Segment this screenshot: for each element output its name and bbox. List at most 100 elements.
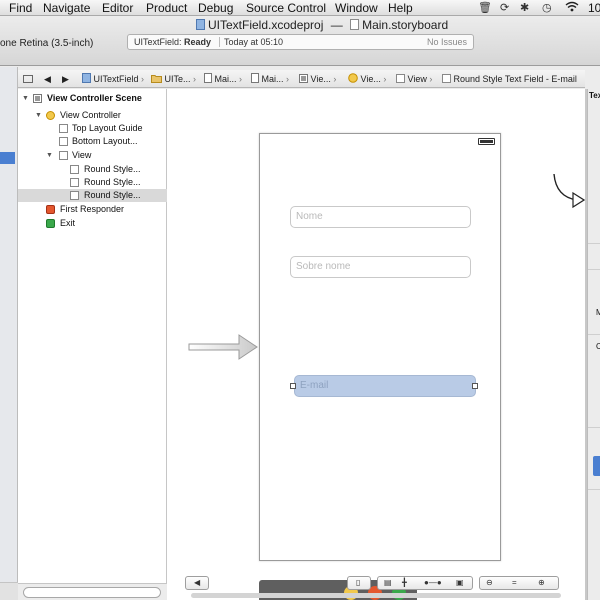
disclosure-open-icon[interactable]: ▼ <box>35 109 42 122</box>
breadcrumb-scene-label: Vie... <box>310 74 331 84</box>
email-text-field[interactable]: E-mail <box>294 375 476 397</box>
activity-issues[interactable]: No Issues <box>427 35 467 49</box>
outline-text-field-sobre-nome-label: Round Style... <box>84 177 141 187</box>
outline-filter-bar <box>18 583 167 600</box>
menu-editor[interactable]: Editor <box>102 0 133 16</box>
navigator-filter-bar[interactable] <box>0 582 18 600</box>
outline-view[interactable]: ▼ View <box>18 149 167 162</box>
storyboard-title: Main.storyboard <box>362 18 449 32</box>
outline-first-responder[interactable]: First Responder <box>18 203 167 216</box>
text-field-icon <box>70 178 79 187</box>
inspector-title: Tex <box>589 91 600 100</box>
navigator-selected-item[interactable] <box>0 152 15 164</box>
breadcrumb-scene[interactable]: Vie... › <box>299 70 336 88</box>
outline-first-responder-label: First Responder <box>60 204 125 214</box>
inspector-divider <box>588 243 600 244</box>
window-toolbar: UITextField.xcodeproj — Main.storyboard … <box>0 16 600 66</box>
scheme-destination-popup[interactable]: one Retina (3.5-inch) <box>0 38 93 49</box>
outline-filter-input[interactable] <box>23 587 161 598</box>
sync-icon[interactable]: ⟳ <box>500 1 509 15</box>
time-machine-icon[interactable]: ◷ <box>542 1 552 15</box>
initial-view-controller-arrow-icon[interactable] <box>187 332 259 362</box>
storyboard-canvas[interactable]: Nome Sobre nome E-mail ◀ ▯ ▤ ╋ ●—● ▣ ⊖ =… <box>167 89 585 600</box>
outline-text-field-nome-label: Round Style... <box>84 164 141 174</box>
outline-text-field-nome[interactable]: Round Style... <box>18 163 167 176</box>
forward-icon[interactable]: ▶ <box>62 70 69 88</box>
curved-arrow-icon <box>553 173 585 209</box>
bluetooth-icon[interactable]: ✱ <box>520 1 529 15</box>
back-icon[interactable]: ◀ <box>44 70 51 88</box>
text-field-icon <box>70 165 79 174</box>
menu-product[interactable]: Product <box>146 0 187 16</box>
nome-text-field[interactable]: Nome <box>290 206 471 228</box>
menu-navigate[interactable]: Navigate <box>43 0 90 16</box>
canvas-horizontal-scrollbar[interactable] <box>191 593 561 598</box>
breadcrumb-view-controller[interactable]: Vie... › <box>348 70 386 88</box>
align-icon[interactable]: ▤ <box>384 577 392 589</box>
view-controller-icon <box>46 111 55 120</box>
outline-top-layout-guide-label: Top Layout Guide <box>72 123 143 133</box>
title-separator: — <box>330 18 343 32</box>
view-icon <box>59 151 68 160</box>
wifi-icon[interactable] <box>565 1 579 16</box>
trash-icon[interactable]: 🗑 <box>478 1 492 15</box>
outline-exit-label: Exit <box>60 218 76 228</box>
project-file-icon <box>196 19 205 30</box>
breadcrumb-project[interactable]: UITextField › <box>82 70 144 88</box>
menu-window[interactable]: Window <box>335 0 378 16</box>
outline-scene-label: View Controller Scene <box>47 93 142 103</box>
breadcrumb-view-label: View <box>407 74 427 84</box>
outline-scene[interactable]: ▼ View Controller Scene <box>18 92 167 105</box>
zoom-fit-icon[interactable]: = <box>512 577 517 589</box>
breadcrumb-storyboard-base-label: Mai... <box>261 74 284 84</box>
breadcrumb-text-field[interactable]: Round Style Text Field - E-mail <box>442 70 577 88</box>
pin-icon[interactable]: ╋ <box>402 577 407 589</box>
breadcrumb-group[interactable]: UITe... › <box>151 70 196 88</box>
text-field-icon <box>70 191 79 200</box>
menu-help[interactable]: Help <box>388 0 413 16</box>
resize-handle-right[interactable] <box>472 383 478 389</box>
activity-time: Today at 05:10 <box>224 37 284 47</box>
outline-bottom-layout-guide[interactable]: Bottom Layout... <box>18 135 167 148</box>
storyboard-file-icon <box>350 19 360 30</box>
phone-form-icon: ▯ <box>356 578 361 587</box>
outline-text-field-email[interactable]: Round Style... <box>18 189 167 202</box>
library-selected-tab[interactable] <box>593 456 600 476</box>
resizing-icon[interactable]: ▣ <box>456 577 464 589</box>
breadcrumb-view[interactable]: View › <box>396 70 432 88</box>
first-responder-icon <box>46 205 55 214</box>
breadcrumb-view-controller-label: Vie... <box>360 74 381 84</box>
disclosure-open-icon[interactable]: ▼ <box>46 149 53 162</box>
inspector-label-c: C <box>596 342 600 351</box>
size-class-button[interactable]: ▯ <box>347 576 371 590</box>
disclosure-open-icon[interactable]: ▼ <box>22 92 29 105</box>
menu-clock[interactable]: 10 <box>588 0 600 16</box>
menu-find[interactable]: Find <box>9 0 32 16</box>
related-items-icon[interactable] <box>23 75 33 83</box>
menu-source-control[interactable]: Source Control <box>246 0 326 16</box>
inspector-divider <box>588 427 600 428</box>
zoom-out-icon[interactable]: ⊖ <box>486 577 493 589</box>
inspector-divider <box>588 334 600 335</box>
iphone-view[interactable]: Nome Sobre nome E-mail <box>259 133 501 561</box>
resolve-icon[interactable]: ●—● <box>424 577 442 589</box>
zoom-in-icon[interactable]: ⊕ <box>538 577 545 589</box>
resize-handle-left[interactable] <box>290 383 296 389</box>
project-navigator <box>0 67 18 600</box>
battery-icon <box>478 138 495 145</box>
outline-text-field-email-label: Round Style... <box>84 190 141 200</box>
menu-debug[interactable]: Debug <box>198 0 233 16</box>
jump-bar: ◀ ▶ UITextField › UITe... › Mai... › Mai… <box>18 70 585 88</box>
outline-exit[interactable]: Exit <box>18 217 167 230</box>
outline-view-controller[interactable]: ▼ View Controller <box>18 109 167 122</box>
outline-text-field-sobre-nome[interactable]: Round Style... <box>18 176 167 189</box>
sobre-nome-text-field[interactable]: Sobre nome <box>290 256 471 278</box>
breadcrumb-storyboard[interactable]: Mai... › <box>204 70 242 88</box>
layout-guide-icon <box>59 124 68 133</box>
toggle-outline-button[interactable]: ◀ <box>185 576 209 590</box>
breadcrumb-storyboard-base[interactable]: Mai... › <box>251 70 289 88</box>
menu-bar: Find Navigate Editor Product Debug Sourc… <box>0 0 600 16</box>
activity-status: UITextField: Ready <box>134 35 211 49</box>
breadcrumb-storyboard-label: Mai... <box>214 74 237 84</box>
outline-top-layout-guide[interactable]: Top Layout Guide <box>18 122 167 135</box>
